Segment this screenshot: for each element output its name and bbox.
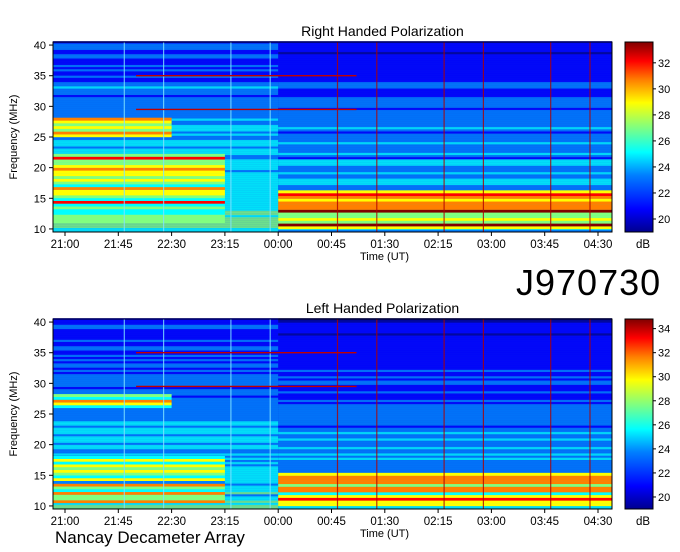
panel-title: Left Handed Polarization <box>306 300 459 316</box>
x-tick-label: 22:30 <box>157 516 186 528</box>
x-tick-label: 03:45 <box>530 516 559 528</box>
spectrogram-panel-2: Left Handed Polarization 10 15 20 25 30 35 40 Fr… <box>8 300 670 540</box>
x-tick-label: 21:45 <box>104 516 133 528</box>
colorbar-tick-label: 32 <box>658 348 670 360</box>
x-tick-label: 00:00 <box>264 516 293 528</box>
observatory-name: Nancay Decameter Array <box>55 528 245 547</box>
emission-band-early <box>53 153 225 224</box>
y-tick-label: 15 <box>34 470 46 482</box>
colorbar-tick-label: 20 <box>658 492 670 504</box>
y-tick-label: 35 <box>34 348 46 360</box>
colorbar-tick-label: 22 <box>658 468 670 480</box>
y-tick-label: 30 <box>34 378 46 390</box>
colorbar-tick-label: 24 <box>658 162 670 174</box>
y-tick-label: 10 <box>34 501 46 513</box>
colorbar-unit: dB <box>636 239 650 251</box>
y-tick-label: 20 <box>34 440 46 452</box>
colorbar-tick-label: 22 <box>658 188 670 200</box>
colorbar: 20 22 24 26 28 30 32 34 dB <box>624 318 670 528</box>
colorbar-tick-label: 26 <box>658 136 670 148</box>
colorbar-tick-label: 26 <box>658 420 670 432</box>
x-tick-label: 22:30 <box>157 239 186 251</box>
x-tick-label: 03:45 <box>530 239 559 251</box>
colorbar-tick-label: 28 <box>658 396 670 408</box>
y-tick-label: 30 <box>34 101 46 113</box>
colorbar: 20 22 24 26 28 30 32 dB <box>624 41 670 251</box>
colorbar-tick-label: 20 <box>658 214 670 226</box>
x-tick-label: 01:30 <box>370 516 399 528</box>
y-tick-label: 25 <box>34 409 46 421</box>
colorbar-tick-label: 24 <box>658 444 670 456</box>
y-tick-label: 15 <box>34 193 46 205</box>
colorbar-gradient <box>624 41 654 233</box>
y-axis-label: Frequency (MHz) <box>8 372 20 457</box>
x-axis-label: Time (UT) <box>360 251 409 263</box>
x-tick-label: 21:45 <box>104 239 133 251</box>
observation-id: J970730 <box>516 262 662 303</box>
x-tick-label: 02:15 <box>424 239 453 251</box>
y-axis-label: Frequency (MHz) <box>8 95 20 180</box>
y-tick-label: 25 <box>34 132 46 144</box>
x-tick-label: 04:30 <box>584 516 613 528</box>
x-tick-label: 02:15 <box>424 516 453 528</box>
x-tick-label: 21:00 <box>51 516 80 528</box>
emission-band-mid <box>53 117 172 138</box>
colorbar-tick-label: 32 <box>658 58 670 70</box>
emission-band-mid <box>53 394 172 409</box>
x-tick-label: 23:15 <box>211 239 240 251</box>
colorbar-tick-label: 30 <box>658 84 670 96</box>
y-tick-label: 35 <box>34 71 46 83</box>
y-tick-label: 40 <box>34 317 46 329</box>
y-tick-label: 10 <box>34 224 46 236</box>
colorbar-gradient <box>624 318 654 510</box>
x-tick-label: 23:15 <box>211 516 240 528</box>
x-tick-label: 04:30 <box>584 239 613 251</box>
x-tick-label: 00:45 <box>317 239 346 251</box>
emission-band-late <box>278 472 612 507</box>
x-tick-label: 03:00 <box>477 239 506 251</box>
colorbar-tick-label: 28 <box>658 110 670 122</box>
y-tick-label: 40 <box>34 40 46 52</box>
x-tick-label: 03:00 <box>477 516 506 528</box>
x-tick-label: 21:00 <box>51 239 80 251</box>
panel-title: Right Handed Polarization <box>301 23 464 39</box>
y-tick-label: 20 <box>34 163 46 175</box>
spectrogram-panel-1: Right Handed Polarization 10 15 20 25 30 35 40 F… <box>8 23 670 263</box>
colorbar-tick-label: 34 <box>658 324 670 336</box>
x-axis-label: Time (UT) <box>360 528 409 540</box>
x-tick-label: 00:45 <box>317 516 346 528</box>
emission-band-late <box>278 190 612 230</box>
emission-band-early <box>53 455 225 504</box>
x-tick-label: 01:30 <box>370 239 399 251</box>
colorbar-tick-label: 30 <box>658 372 670 384</box>
colorbar-unit: dB <box>636 516 650 528</box>
x-tick-label: 00:00 <box>264 239 293 251</box>
